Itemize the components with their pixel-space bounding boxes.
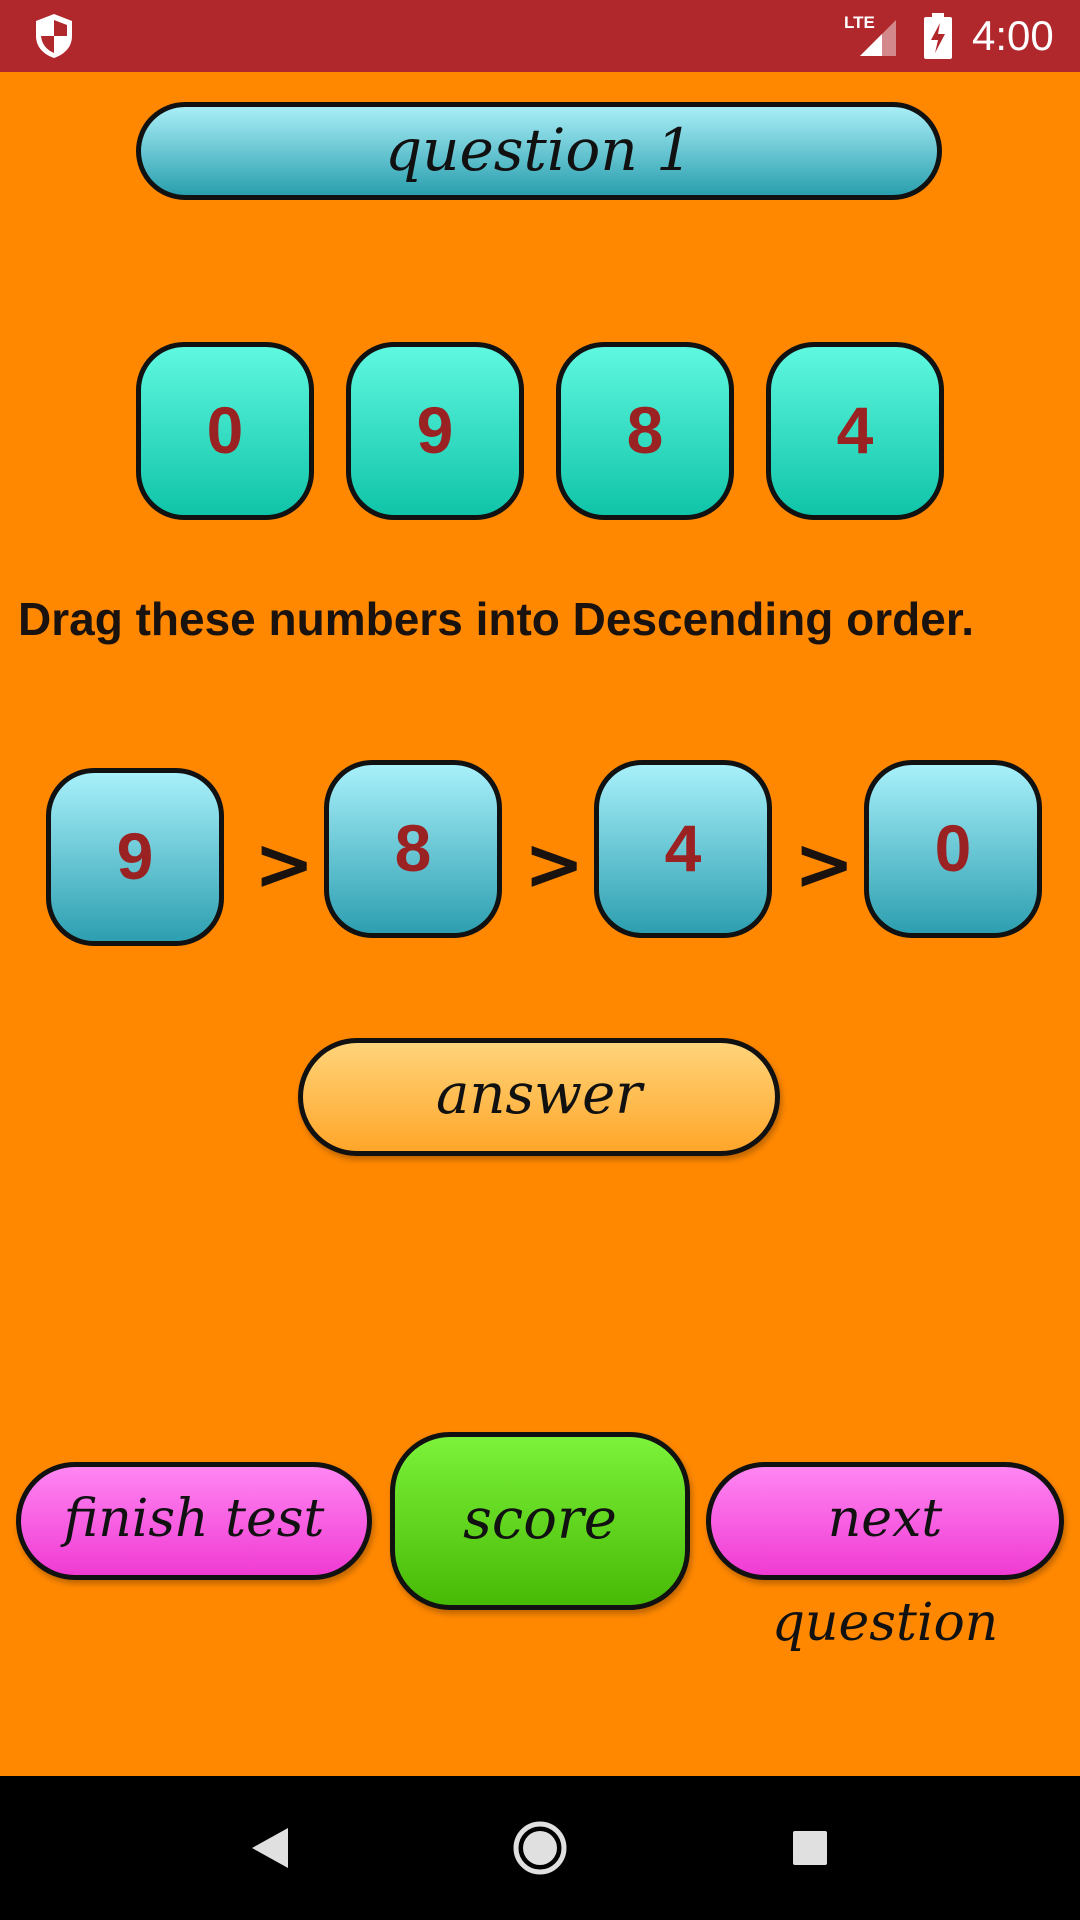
source-number-tile[interactable]: 9 — [346, 342, 524, 520]
navigation-bar — [0, 1776, 1080, 1920]
shield-icon — [36, 14, 72, 58]
question-title: question 1 — [136, 102, 942, 200]
home-icon[interactable] — [512, 1820, 568, 1876]
answer-slot-tile[interactable]: 9 — [46, 768, 224, 946]
source-number-tile[interactable]: 8 — [556, 342, 734, 520]
status-time: 4:00 — [972, 12, 1054, 59]
source-number-tile[interactable]: 0 — [136, 342, 314, 520]
greater-than-sign: > — [254, 822, 315, 906]
battery-charging-icon — [924, 13, 952, 59]
source-number-tile[interactable]: 4 — [766, 342, 944, 520]
lte-signal-icon: LTE — [844, 13, 896, 56]
svg-text:LTE: LTE — [844, 13, 875, 32]
answer-slot-tile[interactable]: 4 — [594, 760, 772, 938]
score-button[interactable]: score — [390, 1432, 690, 1610]
answer-slot-tile[interactable]: 8 — [324, 760, 502, 938]
next-question-button[interactable]: next question — [706, 1462, 1064, 1653]
greater-than-sign: > — [524, 822, 585, 906]
answer-button[interactable]: answer — [298, 1038, 780, 1156]
instruction-text: Drag these numbers into Descending order… — [18, 593, 974, 645]
main-content: question 1 0 9 8 4 Drag these numbers in… — [0, 72, 1080, 1776]
answer-slot-tile[interactable]: 0 — [864, 760, 1042, 938]
finish-test-button[interactable]: finish test — [16, 1462, 372, 1580]
back-icon[interactable] — [250, 1826, 290, 1870]
status-bar: LTE 4:00 — [0, 0, 1080, 72]
greater-than-sign: > — [794, 822, 855, 906]
recents-icon[interactable] — [792, 1830, 828, 1866]
